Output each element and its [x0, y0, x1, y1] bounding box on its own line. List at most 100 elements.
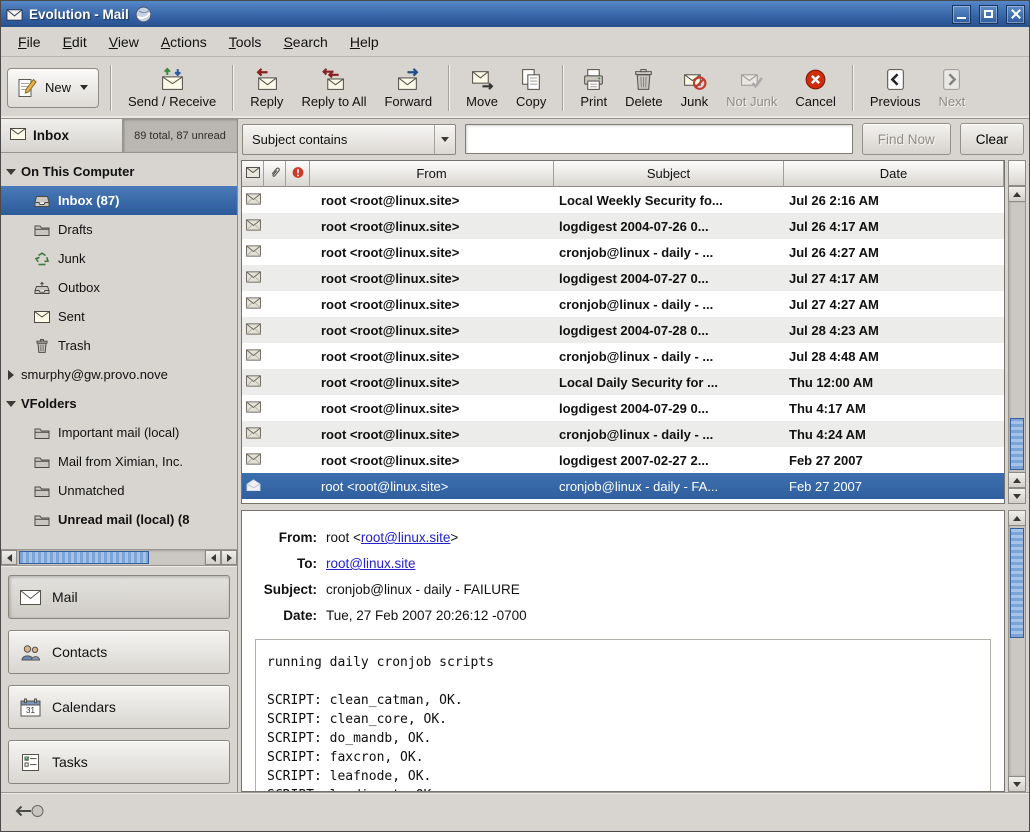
- column-important[interactable]: [286, 161, 310, 187]
- hscroll-left-stepper[interactable]: [1, 550, 17, 565]
- column-status[interactable]: [242, 161, 264, 187]
- message-preview: From: root <root@linux.site> To: root@li…: [241, 510, 1005, 792]
- message-row[interactable]: root <root@linux.site> logdigest 2004-07…: [242, 317, 1004, 343]
- tree-item-unread-mail[interactable]: Unread mail (local) (8: [1, 505, 237, 534]
- message-row[interactable]: root <root@linux.site> logdigest 2004-07…: [242, 265, 1004, 291]
- forward-button[interactable]: Forward: [375, 62, 441, 114]
- message-row[interactable]: root <root@linux.site> cronjob@linux - d…: [242, 343, 1004, 369]
- maximize-button[interactable]: [979, 5, 998, 24]
- hscroll-track[interactable]: [17, 550, 205, 565]
- reply-to-all-button[interactable]: Reply to All: [292, 62, 375, 114]
- message-list-vscrollbar[interactable]: [1008, 160, 1026, 504]
- switcher-contacts-button[interactable]: Contacts: [8, 630, 230, 674]
- menu-file[interactable]: File: [9, 30, 50, 54]
- copy-icon: [519, 66, 544, 92]
- unread-mail-icon: [246, 297, 261, 312]
- menubar: File Edit View Actions Tools Search Help: [1, 27, 1029, 57]
- statusbar: [1, 792, 1029, 831]
- preview-vscrollbar[interactable]: [1008, 510, 1026, 792]
- toolbar: New Send / Receive Reply Reply to All Fo…: [1, 57, 1029, 119]
- vscroll-thumb[interactable]: [1010, 528, 1024, 638]
- junk-button[interactable]: Junk: [672, 62, 717, 114]
- search-criteria-select[interactable]: Subject contains: [242, 124, 456, 155]
- tree-item-junk[interactable]: Junk: [1, 244, 237, 273]
- minimize-button[interactable]: [952, 5, 971, 24]
- junk-folder-icon: [34, 251, 51, 266]
- message-row[interactable]: root <root@linux.site> cronjob@linux - d…: [242, 291, 1004, 317]
- message-row[interactable]: root <root@linux.site> cronjob@linux - d…: [242, 239, 1004, 265]
- tree-item-trash[interactable]: Trash: [1, 331, 237, 360]
- vscroll-down-stepper[interactable]: [1008, 488, 1026, 504]
- column-subject[interactable]: Subject: [554, 161, 784, 187]
- vscroll-up-stepper[interactable]: [1008, 472, 1026, 488]
- switcher-tasks-button[interactable]: Tasks: [8, 740, 230, 784]
- next-icon: [939, 66, 964, 92]
- tree-item-smurphy-account[interactable]: smurphy@gw.provo.nove: [1, 360, 237, 389]
- menu-tools[interactable]: Tools: [220, 30, 271, 54]
- titlebar[interactable]: Evolution - Mail: [1, 1, 1029, 27]
- expander-icon[interactable]: [1, 370, 21, 380]
- column-attachment[interactable]: [264, 161, 286, 187]
- maximize-icon: [984, 10, 993, 18]
- search-input[interactable]: [465, 124, 853, 154]
- message-row[interactable]: root <root@linux.site> logdigest 2007-02…: [242, 447, 1004, 473]
- forward-icon: [396, 66, 421, 92]
- folder-tree-hscrollbar[interactable]: [1, 549, 237, 565]
- expander-icon[interactable]: [1, 169, 21, 175]
- toolbar-separator: [448, 65, 450, 111]
- cancel-button[interactable]: Cancel: [786, 62, 844, 114]
- hscroll-left-stepper[interactable]: [205, 550, 221, 565]
- current-folder-header[interactable]: Inbox: [1, 119, 123, 153]
- menu-actions[interactable]: Actions: [152, 30, 216, 54]
- vscroll-up-stepper[interactable]: [1008, 186, 1026, 202]
- message-row-selected[interactable]: root <root@linux.site> cronjob@linux - d…: [242, 473, 1004, 499]
- tree-item-on-this-computer[interactable]: On This Computer: [1, 157, 237, 186]
- folder-icon: [34, 454, 51, 469]
- tree-item-inbox[interactable]: Inbox (87): [1, 186, 237, 215]
- send-receive-button[interactable]: Send / Receive: [119, 62, 225, 114]
- hscroll-thumb[interactable]: [19, 551, 149, 564]
- from-address-link[interactable]: root@linux.site: [361, 530, 451, 545]
- vscroll-down-stepper[interactable]: [1008, 776, 1026, 792]
- copy-button[interactable]: Copy: [507, 62, 555, 114]
- delete-button[interactable]: Delete: [616, 62, 672, 114]
- column-from[interactable]: From: [310, 161, 554, 187]
- to-address-link[interactable]: root@linux.site: [326, 556, 416, 571]
- previous-button[interactable]: Previous: [861, 62, 930, 114]
- print-button[interactable]: Print: [571, 62, 616, 114]
- hscroll-right-stepper[interactable]: [221, 550, 237, 565]
- message-row[interactable]: root <root@linux.site> logdigest 2004-07…: [242, 213, 1004, 239]
- menu-edit[interactable]: Edit: [54, 30, 96, 54]
- vscroll-thumb[interactable]: [1010, 418, 1024, 470]
- message-row[interactable]: root <root@linux.site> logdigest 2004-07…: [242, 395, 1004, 421]
- vscroll-up-stepper[interactable]: [1008, 510, 1026, 526]
- vscroll-track[interactable]: [1008, 526, 1026, 776]
- tree-item-important-mail[interactable]: Important mail (local): [1, 418, 237, 447]
- tree-item-unmatched[interactable]: Unmatched: [1, 476, 237, 505]
- reply-button[interactable]: Reply: [241, 62, 292, 114]
- combo-dropdown-button[interactable]: [434, 125, 455, 154]
- switcher-calendars-button[interactable]: 31 Calendars: [8, 685, 230, 729]
- message-row[interactable]: root <root@linux.site> Local Weekly Secu…: [242, 187, 1004, 213]
- tree-item-outbox[interactable]: Outbox: [1, 273, 237, 302]
- menu-help[interactable]: Help: [341, 30, 388, 54]
- tree-item-sent[interactable]: Sent: [1, 302, 237, 331]
- tree-item-drafts[interactable]: Drafts: [1, 215, 237, 244]
- message-row[interactable]: root <root@linux.site> Local Daily Secur…: [242, 369, 1004, 395]
- vscroll-track[interactable]: [1008, 202, 1026, 472]
- offline-toggle-icon[interactable]: [11, 802, 45, 823]
- tree-item-vfolders[interactable]: VFolders: [1, 389, 237, 418]
- menu-view[interactable]: View: [100, 30, 148, 54]
- menu-search[interactable]: Search: [274, 30, 336, 54]
- column-date[interactable]: Date: [784, 161, 1004, 187]
- message-row[interactable]: root <root@linux.site> cronjob@linux - d…: [242, 421, 1004, 447]
- move-button[interactable]: Move: [457, 62, 507, 114]
- find-now-button: Find Now: [862, 123, 951, 155]
- close-button[interactable]: [1006, 5, 1025, 24]
- tree-item-mail-from-ximian[interactable]: Mail from Ximian, Inc.: [1, 447, 237, 476]
- message-rows: root <root@linux.site> Local Weekly Secu…: [242, 187, 1004, 503]
- expander-icon[interactable]: [1, 401, 21, 407]
- clear-button[interactable]: Clear: [960, 123, 1024, 155]
- new-button[interactable]: New: [7, 68, 99, 108]
- switcher-mail-button[interactable]: Mail: [8, 575, 230, 619]
